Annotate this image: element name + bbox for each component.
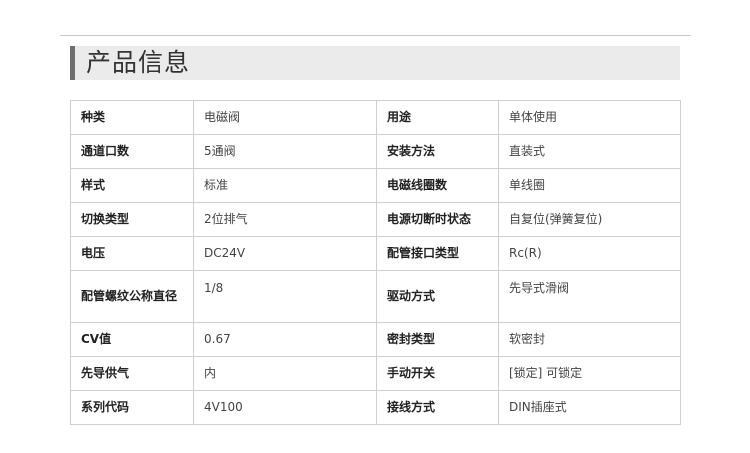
table-row: 电压 DC24V 配管接口类型 Rc(R) <box>70 236 681 271</box>
spec-label: 系列代码 <box>70 390 194 425</box>
spec-label: 电磁线圈数 <box>376 168 499 203</box>
spec-label: 安装方法 <box>376 134 499 169</box>
spec-label: 通道口数 <box>70 134 194 169</box>
product-info-table: 种类 电磁阀 用途 单体使用 通道口数 5通阀 安装方法 直装式 样式 标准 电… <box>70 100 681 425</box>
spec-label: 配管螺纹公称直径 <box>70 270 194 323</box>
spec-value: 2位排气 <box>193 202 377 237</box>
spec-label: 接线方式 <box>376 390 499 425</box>
spec-label: 电源切断时状态 <box>376 202 499 237</box>
table-row: 样式 标准 电磁线圈数 单线圈 <box>70 168 681 203</box>
spec-value: DIN插座式 <box>498 390 681 425</box>
spec-label: 先导供气 <box>70 356 194 391</box>
spec-value: 单线圈 <box>498 168 681 203</box>
top-divider <box>60 35 691 36</box>
spec-label: 样式 <box>70 168 194 203</box>
spec-label: 切换类型 <box>70 202 194 237</box>
section-header: 产品信息 <box>70 46 680 80</box>
section-title: 产品信息 <box>86 48 191 77</box>
spec-value: 软密封 <box>498 322 681 357</box>
spec-label: 电压 <box>70 236 194 271</box>
spec-label: CV值 <box>70 322 194 357</box>
page: 产品信息 种类 电磁阀 用途 单体使用 通道口数 5通阀 安装方法 直装式 样式… <box>0 0 750 453</box>
spec-value: 单体使用 <box>498 100 681 135</box>
table-row: 先导供气 内 手动开关 [锁定] 可锁定 <box>70 356 681 391</box>
spec-label: 种类 <box>70 100 194 135</box>
spec-value: DC24V <box>193 236 377 271</box>
spec-label: 用途 <box>376 100 499 135</box>
spec-value: 5通阀 <box>193 134 377 169</box>
spec-value: 1/8 <box>193 270 377 323</box>
table-row: 系列代码 4V100 接线方式 DIN插座式 <box>70 390 681 425</box>
table-row: 种类 电磁阀 用途 单体使用 <box>70 100 681 135</box>
spec-value: 电磁阀 <box>193 100 377 135</box>
spec-label: 密封类型 <box>376 322 499 357</box>
spec-value: 直装式 <box>498 134 681 169</box>
table-row: 配管螺纹公称直径 1/8 驱动方式 先导式滑阀 <box>70 270 681 323</box>
spec-value: 自复位(弹簧复位) <box>498 202 681 237</box>
spec-value: 4V100 <box>193 390 377 425</box>
spec-label: 手动开关 <box>376 356 499 391</box>
spec-value: [锁定] 可锁定 <box>498 356 681 391</box>
table-row: 切换类型 2位排气 电源切断时状态 自复位(弹簧复位) <box>70 202 681 237</box>
spec-value: 标准 <box>193 168 377 203</box>
spec-value: 先导式滑阀 <box>498 270 681 323</box>
spec-value: 内 <box>193 356 377 391</box>
spec-value: 0.67 <box>193 322 377 357</box>
table-row: CV值 0.67 密封类型 软密封 <box>70 322 681 357</box>
spec-label: 驱动方式 <box>376 270 499 323</box>
spec-label: 配管接口类型 <box>376 236 499 271</box>
table-row: 通道口数 5通阀 安装方法 直装式 <box>70 134 681 169</box>
spec-value: Rc(R) <box>498 236 681 271</box>
